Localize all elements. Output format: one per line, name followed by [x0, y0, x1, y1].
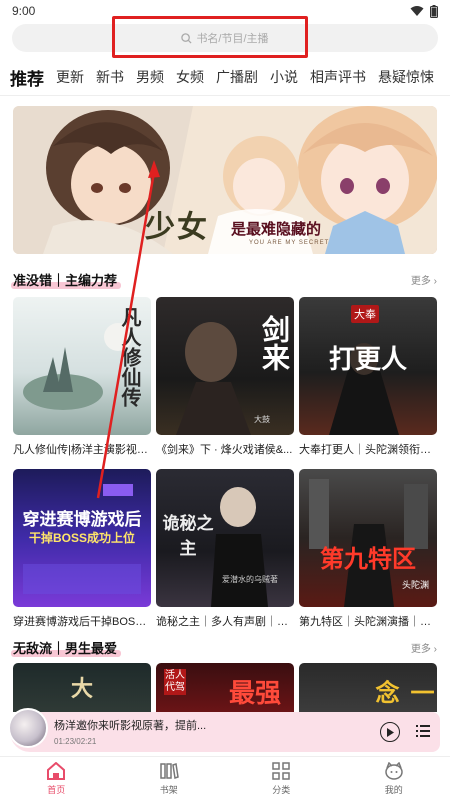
nav-home[interactable]: 首页 — [21, 757, 91, 800]
nav-label: 我的 — [384, 784, 403, 795]
nav-label: 书架 — [159, 784, 178, 795]
status-icons — [410, 4, 438, 18]
bookshelf-icon — [160, 762, 179, 779]
book-card[interactable]: 穿进赛博游戏后 干掉BOSS成功上位 穿进赛博游戏后干掉BOSS... — [13, 469, 151, 629]
bottom-nav: 首页 书架 分类 我的 — [0, 756, 450, 800]
nav-bookshelf[interactable]: 书架 — [134, 757, 204, 800]
book-cover: 诡秘之主 爱潜水的乌贼著 — [156, 469, 294, 607]
tabs-divider — [0, 95, 450, 96]
book-cover: 活人代驾 最强 — [156, 663, 294, 712]
book-title: 穿进赛博游戏后干掉BOSS... — [13, 616, 151, 628]
player-time: 01:23/02:21 — [54, 737, 97, 746]
playlist-icon — [416, 725, 430, 737]
tab-new-books[interactable]: 新书 — [96, 67, 124, 87]
status-bar: 9:00 — [0, 0, 450, 22]
category-tabs: 推荐 更新 新书 男频 女频 广播剧 小说 相声评书 悬疑惊悚 — [0, 60, 450, 94]
cover-title: 打更人 — [328, 345, 407, 375]
book-cover: 第九特区 头陀渊 — [299, 469, 437, 607]
banner-title: 少女 — [145, 210, 209, 245]
book-cover: 一念 — [299, 663, 437, 712]
cover-author: 爱潜水的乌贼著 — [222, 575, 278, 584]
tab-novel[interactable]: 小说 — [270, 67, 298, 87]
cover-title: 一念 — [371, 679, 433, 704]
book-card[interactable]: 活人代驾 最强 — [156, 663, 294, 712]
cover-author: 大鼓 — [254, 415, 270, 424]
playlist-button[interactable] — [416, 724, 430, 743]
cover-title: 大 — [70, 676, 93, 701]
cover-title: 穿进赛博游戏后 — [22, 510, 142, 529]
home-icon — [47, 761, 66, 780]
category-icon — [272, 761, 290, 780]
more-link[interactable]: 更多 › — [411, 272, 437, 287]
book-title: 凡人修仙传|杨洋主演影视原著 — [13, 444, 151, 456]
book-title: 大奉打更人｜头陀渊领衔多... — [299, 444, 437, 456]
book-cover: 大 — [13, 663, 151, 712]
player-title: 杨洋邀你来听影视原著，提前... — [54, 720, 207, 732]
book-title: 第九特区｜头陀渊演播｜搞... — [299, 616, 437, 628]
nav-profile[interactable]: 我的 — [359, 757, 429, 800]
tab-crosstalk[interactable]: 相声评书 — [310, 67, 366, 87]
section-header-editor-picks: 准没错｜主编力荐 更多 › — [10, 268, 437, 290]
book-card[interactable]: 一念 — [299, 663, 437, 712]
book-cover: 凡人修仙传 — [13, 297, 151, 435]
player-avatar[interactable] — [8, 708, 48, 748]
book-card[interactable]: 剑来 大鼓 《剑来》下 · 烽火戏诸侯&... — [156, 297, 294, 457]
mini-player[interactable]: 杨洋邀你来听影视原著，提前... 01:23/02:21 — [8, 708, 440, 752]
search-bar[interactable]: 书名/节目/主播 — [12, 24, 438, 52]
book-card[interactable]: 大奉 打更人 大奉打更人｜头陀渊领衔多... — [299, 297, 437, 457]
cover-title: 诡秘之主 — [162, 514, 214, 559]
book-card[interactable]: 诡秘之主 爱潜水的乌贼著 诡秘之主｜多人有声剧｜同... — [156, 469, 294, 629]
book-cover: 穿进赛博游戏后 干掉BOSS成功上位 — [13, 469, 151, 607]
more-link[interactable]: 更多 › — [411, 640, 437, 655]
banner-illustration — [13, 106, 437, 254]
banner-subtitle: 是最难隐藏的 — [231, 220, 322, 238]
cover-badge: 大奉 — [351, 305, 379, 323]
chevron-right-icon: › — [433, 643, 437, 655]
book-card[interactable]: 第九特区 头陀渊 第九特区｜头陀渊演播｜搞... — [299, 469, 437, 629]
book-cover: 大奉 打更人 — [299, 297, 437, 435]
book-title: 《剑来》下 · 烽火戏诸侯&... — [156, 444, 293, 456]
cover-author: 头陀渊 — [401, 580, 429, 590]
tab-female[interactable]: 女频 — [176, 67, 204, 87]
banner-english: YOU ARE MY SECRET — [249, 240, 330, 246]
section-title: 无敌流｜男生最爱 — [10, 638, 122, 657]
cover-title: 凡人修仙传 — [118, 307, 142, 407]
cover-title: 剑来 — [258, 315, 291, 371]
book-card[interactable]: 大 — [13, 663, 151, 712]
cover-subtitle: 干掉BOSS成功上位 — [28, 531, 135, 545]
nav-label: 分类 — [272, 784, 291, 795]
promo-banner[interactable]: 少女 是最难隐藏的 YOU ARE MY SECRET — [13, 106, 437, 254]
play-button[interactable] — [380, 722, 400, 742]
nav-category[interactable]: 分类 — [246, 757, 316, 800]
nav-label: 首页 — [47, 784, 66, 795]
book-card[interactable]: 凡人修仙传 凡人修仙传|杨洋主演影视原著 — [13, 297, 151, 457]
tab-recommend[interactable]: 推荐 — [10, 65, 44, 90]
cover-badge: 活人代驾 — [164, 669, 186, 695]
cover-title: 最强 — [228, 678, 281, 708]
tab-male[interactable]: 男频 — [136, 67, 164, 87]
book-cover: 剑来 大鼓 — [156, 297, 294, 435]
cover-title: 第九特区 — [320, 544, 416, 573]
section-title: 准没错｜主编力荐 — [10, 270, 122, 289]
status-time: 9:00 — [12, 4, 36, 18]
search-placeholder: 书名/节目/主播 — [196, 33, 269, 45]
tab-radio-drama[interactable]: 广播剧 — [216, 67, 258, 87]
tab-update[interactable]: 更新 — [56, 67, 84, 87]
battery-icon — [430, 4, 438, 18]
search-icon — [181, 32, 192, 44]
profile-icon — [385, 761, 403, 780]
chevron-right-icon: › — [433, 275, 437, 287]
book-title: 诡秘之主｜多人有声剧｜同... — [156, 616, 294, 628]
wifi-icon — [410, 6, 424, 16]
tab-suspense[interactable]: 悬疑惊悚 — [378, 67, 434, 87]
section-header-invincible: 无敌流｜男生最爱 更多 › — [10, 636, 437, 658]
play-icon — [387, 727, 394, 737]
